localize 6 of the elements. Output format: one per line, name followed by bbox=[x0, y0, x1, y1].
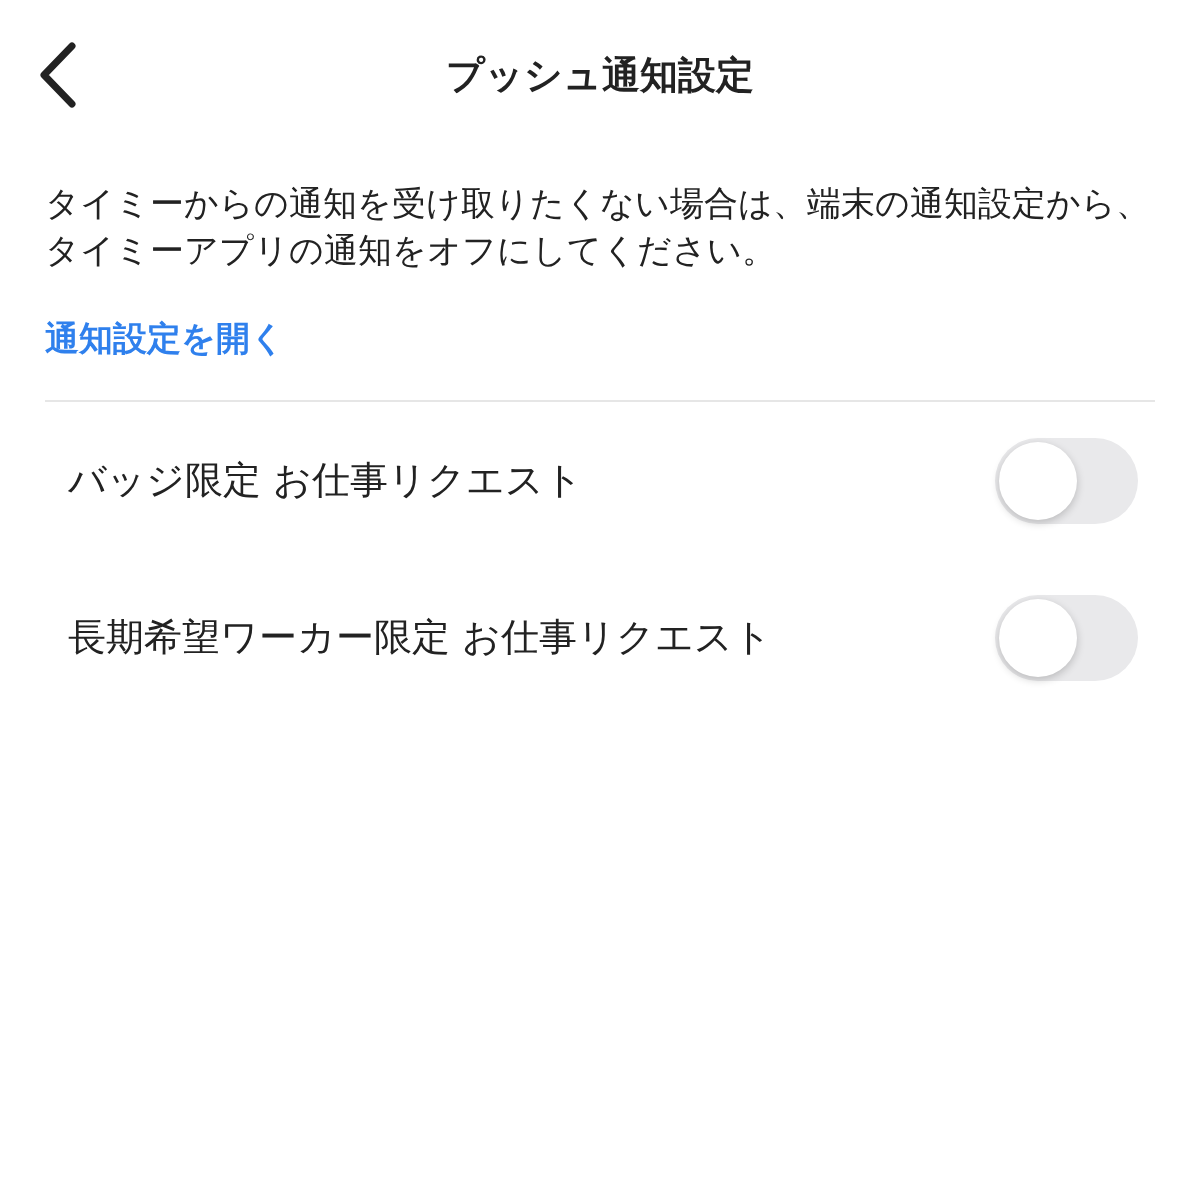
chevron-left-icon bbox=[38, 42, 78, 108]
screen-title: プッシュ通知設定 bbox=[445, 51, 755, 99]
setting-label: バッジ限定 お仕事リクエスト bbox=[68, 457, 584, 504]
open-settings-link[interactable]: 通知設定を開く bbox=[45, 316, 285, 362]
description-text: タイミーからの通知を受け取りたくない場合は、端末の通知設定から、タイミーアプリの通知をオフにしてください。 bbox=[45, 182, 1151, 272]
setting-label: 長期希望ワーカー限定 お仕事リクエスト bbox=[68, 614, 773, 661]
